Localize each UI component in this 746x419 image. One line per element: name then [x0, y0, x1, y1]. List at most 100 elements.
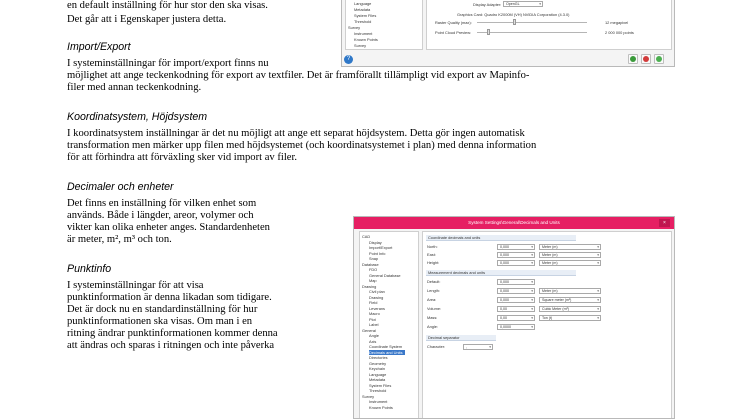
point-cloud-slider-thumb[interactable] [487, 29, 490, 35]
ok-button[interactable] [628, 54, 638, 64]
east-unit-select[interactable]: Meter (m) ▾ [539, 252, 601, 258]
punktinfo-paragraph-line: ritning ändrar punktinformationen kommer… [67, 328, 278, 339]
tree-item[interactable]: FDO [369, 267, 377, 272]
tree-item[interactable]: Survey [354, 43, 366, 48]
character-label: Character: [427, 344, 446, 349]
tree-item[interactable]: Coordinate System [369, 344, 402, 349]
north-decimals-select[interactable]: 0,000 ▾ [497, 244, 535, 250]
tree-item[interactable]: Metadata [354, 7, 370, 12]
cancel-button[interactable] [641, 54, 651, 64]
area-label: Area: [427, 297, 437, 302]
point-cloud-value: 2 000 000 points [605, 30, 634, 35]
volume-decimals-select[interactable]: 0,00 ▾ [497, 306, 535, 312]
height-decimals-select[interactable]: 0,000 ▾ [497, 260, 535, 266]
tree-item[interactable]: General Database [369, 273, 401, 278]
tree-item[interactable]: Survey [362, 394, 374, 399]
separator-section-header: Decimal separator [426, 335, 496, 341]
mass-unit-select[interactable]: Ton (t) ▾ [539, 315, 601, 321]
tree-item[interactable]: Keychain [369, 366, 385, 371]
raster-quality-label: Raster Quality (max): [435, 20, 472, 25]
area-decimals-select[interactable]: 0,000 ▾ [497, 297, 535, 303]
tree-item[interactable]: Axis [369, 339, 376, 344]
chevron-down-icon: ▾ [531, 261, 533, 265]
tree-item[interactable]: Snap [369, 256, 378, 261]
east-decimals-select[interactable]: 0,000 ▾ [497, 252, 535, 258]
tree-item[interactable]: Drawing [362, 284, 376, 289]
north-unit-select[interactable]: Meter (m) ▾ [539, 244, 601, 250]
decimals-paragraph-line: Det finns en inställning för vilken enhe… [67, 198, 257, 209]
tree-item[interactable]: CAD [362, 234, 370, 239]
display-adapter-select[interactable]: OpenGL ▾ [503, 1, 543, 7]
volume-unit-select[interactable]: Cubic Meter (m³) ▾ [539, 306, 601, 312]
tree-item[interactable]: General [362, 328, 376, 333]
chevron-down-icon: ▾ [597, 253, 599, 257]
chevron-down-icon: ▾ [531, 325, 533, 329]
coord-paragraph-line: för att förhindra att förväxling sker vi… [67, 152, 298, 163]
tree-item[interactable]: Drawing [369, 295, 383, 300]
decimals-paragraph-line: är meter, m², m³ och ton. [67, 234, 172, 245]
length-label: Length: [427, 288, 440, 293]
tree-item[interactable]: Database [362, 262, 379, 267]
import-paragraph-line: I systeminställningar för import/export … [67, 58, 269, 69]
tree-item[interactable]: Survey [348, 25, 360, 30]
tree-item[interactable]: Plot [369, 317, 376, 322]
tree-item[interactable]: Leverans [369, 306, 385, 311]
tree-item[interactable]: Map [369, 278, 377, 283]
tree-item[interactable]: System Files [369, 383, 391, 388]
tree-item[interactable]: Threshold [369, 388, 386, 393]
tree-item[interactable]: Language [369, 372, 386, 377]
default-decimals-select[interactable]: 0,000 ▾ [497, 279, 535, 285]
tree-item[interactable]: Threshold [354, 19, 371, 24]
mass-label: Mass: [427, 315, 438, 320]
raster-quality-slider-thumb[interactable] [513, 19, 516, 25]
tree-item[interactable]: Known Points [369, 405, 393, 410]
tree-item[interactable]: System Files [354, 13, 376, 18]
angle-decimals-select[interactable]: 0,0000 ▾ [497, 324, 535, 330]
tree-item[interactable]: Civil plan [369, 289, 385, 294]
heading-punktinfo: Punktinfo [67, 263, 112, 275]
measurement-section-header: Measurement decimals and units [426, 270, 576, 276]
point-cloud-label: Point Cloud Preview: [435, 30, 472, 35]
tree-item[interactable]: Language [354, 1, 371, 6]
length-decimals-select[interactable]: 0,000 ▾ [497, 288, 535, 294]
punktinfo-paragraph-line: punktinformation är denna likadan som ti… [67, 292, 272, 303]
help-icon[interactable]: ? [344, 55, 353, 64]
apply-button[interactable] [654, 54, 664, 64]
cancel-icon [643, 56, 649, 62]
area-unit-select[interactable]: Square meter (m²) ▾ [539, 297, 601, 303]
chevron-down-icon: ▾ [531, 289, 533, 293]
punktinfo-paragraph-line: punktinformationen ska visas. Om man i e… [67, 316, 253, 327]
raster-quality-slider[interactable] [477, 22, 587, 23]
apply-icon [656, 56, 662, 62]
chevron-down-icon: ▾ [597, 316, 599, 320]
graphics-card-info: Graphics Card: Quadro K2000M (VH) NVIDIA… [457, 12, 570, 17]
tree-item[interactable]: Geometry [369, 361, 386, 366]
tree-item[interactable]: Directories [369, 355, 388, 360]
chevron-down-icon: ▾ [597, 261, 599, 265]
tree-item[interactable]: Label [369, 322, 379, 327]
tree-item[interactable]: Instrument [369, 399, 387, 404]
decimals-units-screenshot: System Settings\General\Decimals and Uni… [353, 216, 675, 419]
tree-item[interactable]: Macro [369, 311, 380, 316]
tree-item[interactable]: Display [369, 240, 382, 245]
volume-label: Volume: [427, 306, 442, 311]
mass-decimals-select[interactable]: 0,00 ▾ [497, 315, 535, 321]
length-unit-select[interactable]: Meter (m) ▾ [539, 288, 601, 294]
tree-item-selected[interactable]: Decimals and Units [369, 349, 405, 355]
tree-item[interactable]: Metadata [369, 377, 385, 382]
tree-item[interactable]: Field [369, 300, 377, 305]
decimals-paragraph-line: vikter kan olika enheter anges. Standard… [67, 222, 270, 233]
chevron-down-icon: ▾ [531, 298, 533, 302]
settings-tree: CAD Display Import/Export Point Info Sna… [359, 231, 419, 418]
tree-item[interactable]: Known Points [354, 37, 378, 42]
height-unit-select[interactable]: Meter (m) ▾ [539, 260, 601, 266]
tree-item[interactable]: Point Info [369, 251, 385, 256]
tree-item[interactable]: Import/Export [369, 245, 392, 250]
separator-select[interactable]: , ▾ [463, 344, 493, 350]
close-icon[interactable]: × [659, 219, 670, 227]
east-label: East: [427, 252, 436, 257]
tree-item[interactable]: Angle [369, 333, 379, 338]
chevron-down-icon: ▾ [531, 280, 533, 284]
tree-item[interactable]: Instrument [354, 31, 372, 36]
point-cloud-slider[interactable] [477, 32, 587, 33]
